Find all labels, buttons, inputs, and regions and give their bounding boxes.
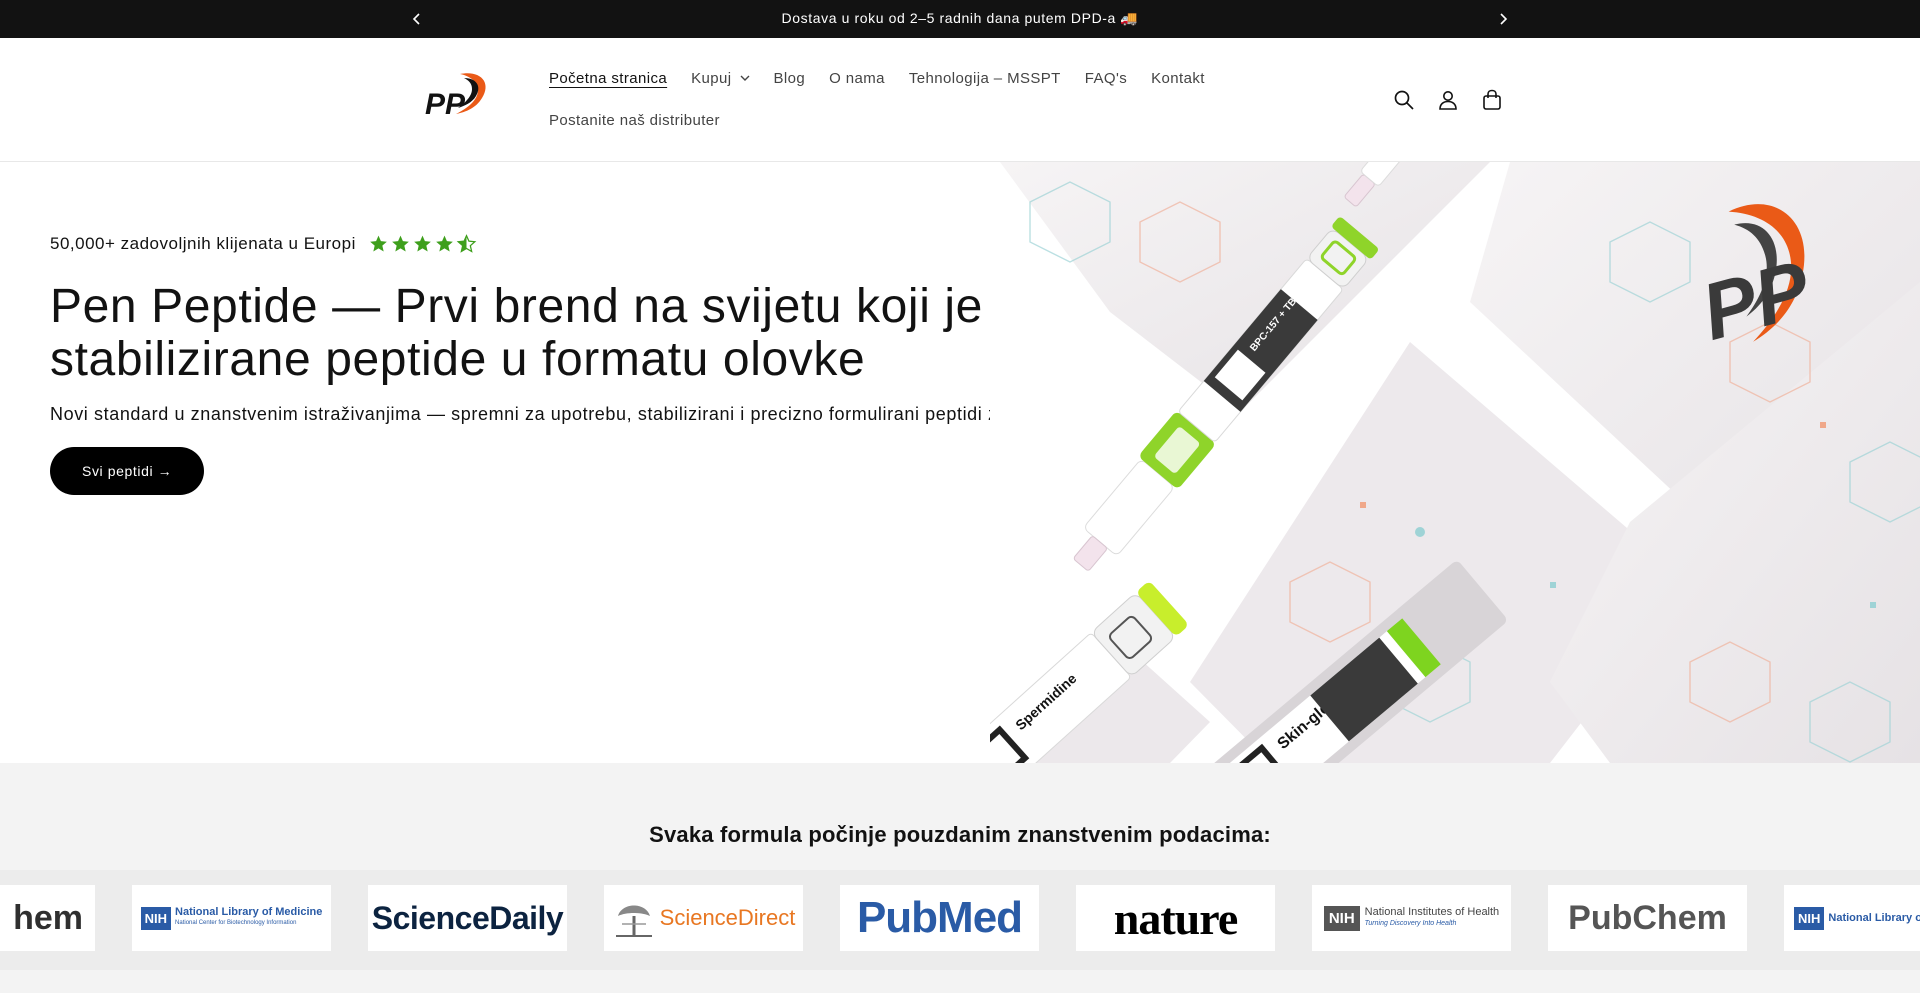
site-logo[interactable]: PP	[420, 68, 492, 128]
search-icon	[1394, 90, 1414, 110]
logo-text: nature	[1113, 892, 1238, 944]
chevron-down-icon	[740, 75, 750, 81]
logo-subtext: National Center for Biotechnology Inform…	[175, 920, 297, 926]
logo-marquee: hem C NIH National Library of Medicine N…	[0, 870, 1920, 970]
review-text: 50,000+ zadovoljnih klijenata u Europi	[50, 234, 356, 253]
star-icon	[392, 235, 409, 252]
nav-item-label: Postanite naš distributer	[549, 111, 720, 129]
nav-item-shop[interactable]: Kupuj	[691, 69, 750, 87]
all-peptides-button[interactable]: Svi peptidi →	[50, 447, 205, 495]
logo-text: PubMed	[856, 893, 1023, 942]
nav-item-label: Kupuj	[691, 69, 732, 87]
nav-item-distributor[interactable]: Postanite naš distributer	[549, 112, 720, 129]
logo-text: PubChem	[1568, 898, 1727, 937]
logo-text: National Library of Medicine	[175, 906, 323, 918]
star-half-icon	[456, 234, 477, 253]
announcement-bar: Dostava u roku od 2–5 radnih dana putem …	[0, 0, 1920, 38]
nav-item-label: Blog	[773, 69, 806, 87]
elsevier-tree-icon	[615, 905, 652, 937]
cart-icon	[1483, 89, 1501, 110]
logo-text: ScienceDaily	[371, 899, 564, 936]
announcement-next-button[interactable]	[1493, 9, 1513, 29]
nav-item-about[interactable]: O nama	[829, 70, 885, 87]
cart-button[interactable]	[1478, 86, 1506, 114]
star-icon	[436, 235, 453, 252]
announcement-text: Dostava u roku od 2–5 radnih dana putem …	[781, 10, 1139, 26]
header-icons	[1390, 86, 1522, 114]
svg-text:PP: PP	[425, 88, 466, 121]
nav-item-technology[interactable]: Tehnologija – MSSPT	[909, 70, 1061, 87]
nav-item-label: Kontakt	[1151, 69, 1205, 87]
logo-card-pubmed: PubMed	[840, 885, 1039, 951]
account-icon	[1439, 91, 1457, 110]
logo-card-sciencedirect: ScienceDirect	[604, 885, 803, 951]
logo-text: ScienceDirect	[659, 905, 796, 930]
star-icon	[370, 235, 387, 252]
main-navigation: Početna stranica Kupuj Blog O nama Tehno…	[549, 68, 1309, 152]
hero-banner: 50,000+ zadovoljnih klijenata u Europi P…	[0, 162, 1920, 763]
nih-badge: NIH	[1323, 905, 1360, 931]
star-icon	[414, 235, 431, 252]
nav-item-label: FAQ's	[1084, 69, 1128, 87]
nav-item-label: Tehnologija – MSSPT	[908, 69, 1061, 87]
logo-card-nlm-partial: NIH National Library of	[1784, 885, 1920, 951]
pp-logo-icon: PP	[425, 73, 486, 121]
nav-item-home[interactable]: Početna stranica	[549, 70, 667, 87]
logo-card-nih: NIH National Institutes of Health Turnin…	[1312, 885, 1511, 951]
account-button[interactable]	[1434, 86, 1462, 114]
nih-badge: NIH	[140, 906, 172, 930]
hero-product-image: BPC-157 + TB-500 Spermidine Skin-glow PP	[990, 162, 1920, 763]
logo-text: National Institutes of Health	[1364, 906, 1500, 918]
trust-section: Svaka formula počinje pouzdanim znanstve…	[0, 763, 1920, 993]
nih-badge: NIH	[1794, 906, 1825, 930]
logo-card-pubchem: PubChem	[1548, 885, 1747, 951]
nav-item-faq[interactable]: FAQ's	[1085, 70, 1127, 87]
nav-item-label: Početna stranica	[549, 69, 668, 87]
logo-text: hem	[13, 898, 83, 937]
logo-card-sciencedaily: ScienceDaily	[368, 885, 567, 951]
logo-card-nature: nature	[1076, 885, 1275, 951]
site-header: PP Početna stranica Kupuj Blog O nama Te…	[0, 38, 1920, 162]
logo-card-nlm: NIH National Library of Medicine Nationa…	[132, 885, 331, 951]
chevron-right-icon	[1500, 13, 1508, 25]
search-button[interactable]	[1390, 86, 1418, 114]
logo-subtext: Turning Discovery Into Health	[1364, 920, 1457, 927]
logo-card-pubchem-partial: hem C	[0, 885, 95, 951]
nav-item-blog[interactable]: Blog	[774, 70, 806, 87]
rating-stars	[368, 234, 478, 254]
logo-text: National Library of	[1828, 912, 1920, 924]
trust-title: Svaka formula počinje pouzdanim znanstve…	[649, 822, 1271, 847]
nav-item-contact[interactable]: Kontakt	[1151, 70, 1205, 87]
nav-item-label: O nama	[829, 69, 885, 87]
